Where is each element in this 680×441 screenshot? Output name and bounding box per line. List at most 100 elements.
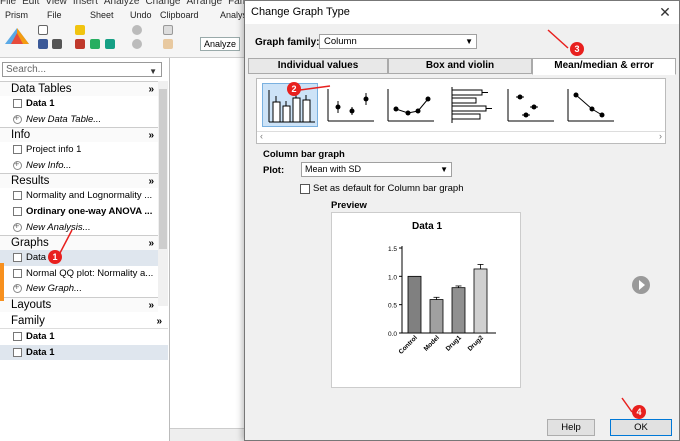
set-default-checkbox[interactable] <box>300 184 310 194</box>
nav-item-label: New Graph... <box>26 283 82 295</box>
chevron-down-icon[interactable]: ▼ <box>149 65 157 78</box>
set-default-label[interactable]: Set as default for Column bar graph <box>313 183 464 194</box>
ribbon-group-prism: Prism <box>5 10 28 20</box>
nav-item[interactable]: New Data Table... <box>0 112 158 128</box>
search-input[interactable]: Search... ▼ <box>2 62 162 77</box>
print-icon[interactable] <box>52 39 62 49</box>
annotation-badge-2: 2 <box>287 82 301 96</box>
menu-file[interactable]: File <box>0 0 16 7</box>
section-header[interactable]: Data Tables » <box>0 81 158 96</box>
graph-icon <box>13 268 22 278</box>
nav-item[interactable]: Normality and Lognormality ... <box>0 188 158 204</box>
column-bar-heading: Column bar graph <box>263 149 345 160</box>
help-button[interactable]: Help <box>547 419 595 436</box>
menu-bar: File Edit View Insert Analyze Change Arrange Fa… <box>0 0 264 8</box>
ribbon-group-sheet: Sheet <box>90 10 114 20</box>
menu-arrange[interactable]: Arrange <box>186 0 222 7</box>
mean-points-thumb-icon <box>327 89 374 122</box>
navigator-scrollbar[interactable] <box>158 81 168 306</box>
y-tick-label: 1.5 <box>388 246 397 253</box>
tab-individual-values[interactable]: Individual values <box>248 58 388 74</box>
add-sheet-icon[interactable] <box>90 39 100 49</box>
plus-icon <box>13 220 22 234</box>
chevron-double-icon[interactable]: » <box>148 82 154 97</box>
chevron-double-icon[interactable]: » <box>148 236 154 251</box>
nav-item[interactable]: Data 1 <box>0 344 168 361</box>
section-header[interactable]: Results » <box>0 173 158 189</box>
mean-error-points-thumb-icon <box>507 89 554 122</box>
gallery-scrollbar[interactable]: ‹ › <box>257 131 665 143</box>
section-header[interactable]: Layouts » <box>0 296 158 313</box>
section-title: Results <box>11 175 50 188</box>
paste-icon[interactable] <box>163 39 173 49</box>
new-sheet-icon[interactable] <box>75 25 85 35</box>
nav-item[interactable]: Data 1 <box>0 329 168 345</box>
redo-icon[interactable] <box>132 39 142 49</box>
plot-label: Plot: <box>263 165 285 176</box>
next-arrow-icon[interactable] <box>632 276 650 294</box>
option-mean-error-connected[interactable] <box>562 83 618 127</box>
menu-insert[interactable]: Insert <box>73 0 98 7</box>
tab-box-and-violin[interactable]: Box and violin <box>388 58 532 74</box>
navigator-sections: Data Tables»Data 1New Data Table...Info»… <box>0 81 158 312</box>
prism-logo-icon[interactable] <box>4 27 30 45</box>
option-mean-points[interactable] <box>322 83 378 127</box>
nav-item[interactable]: New Analysis... <box>0 220 158 236</box>
ok-button[interactable]: OK <box>610 419 672 436</box>
family-header[interactable]: Family » <box>0 314 168 329</box>
option-horizontal-bar[interactable] <box>442 83 498 127</box>
annotation-badge-3: 3 <box>570 42 584 56</box>
chevron-double-icon[interactable]: » <box>148 174 154 189</box>
graph-icon <box>13 253 22 263</box>
chevron-double-icon[interactable]: » <box>148 128 154 143</box>
delete-sheet-icon[interactable] <box>75 39 85 49</box>
annotation-badge-1: 1 <box>48 250 62 264</box>
mean-connected-thumb-icon <box>387 89 434 122</box>
option-mean-error-points[interactable] <box>502 83 558 127</box>
x-tick-label: Control <box>398 334 419 355</box>
nav-item[interactable]: Data 1 <box>0 250 158 266</box>
chevron-double-icon[interactable]: » <box>148 298 154 313</box>
mean-error-connected-thumb-icon <box>567 89 614 122</box>
scroll-right-icon[interactable]: › <box>659 131 662 141</box>
tab-mean-median-error[interactable]: Mean/median & error <box>532 58 676 75</box>
close-icon[interactable]: ✕ <box>657 4 673 20</box>
nav-item[interactable]: Project info 1 <box>0 142 158 158</box>
menu-change[interactable]: Change <box>145 0 180 7</box>
results-icon <box>13 206 22 216</box>
graph-type-tabs: Individual values Box and violin Mean/me… <box>248 58 676 75</box>
preview-panel: Data 1 0.0 0.5 1.0 1.5 Control Model Drug1 Drug2 <box>331 212 521 388</box>
graph-family-select[interactable]: Column ▼ <box>319 34 477 49</box>
nav-item[interactable]: New Info... <box>0 158 158 174</box>
section-title: Layouts <box>11 298 52 311</box>
nav-item[interactable]: Ordinary one-way ANOVA ... <box>0 204 158 220</box>
scroll-thumb[interactable] <box>159 89 167 249</box>
option-mean-connected[interactable] <box>382 83 438 127</box>
plot-select[interactable]: Mean with SD ▼ <box>301 162 452 177</box>
sheet-options-icon[interactable] <box>105 39 115 49</box>
preview-chart: Data 1 0.0 0.5 1.0 1.5 Control Model Drug1 Drug2 <box>388 221 496 356</box>
save-icon[interactable] <box>38 39 48 49</box>
x-tick-label: Drug2 <box>467 334 486 353</box>
menu-edit[interactable]: Edit <box>22 0 39 7</box>
table-icon <box>13 332 22 341</box>
section-header[interactable]: Graphs » <box>0 235 158 251</box>
menu-view[interactable]: View <box>45 0 67 7</box>
menu-analyze[interactable]: Analyze <box>104 0 140 7</box>
copy-icon[interactable] <box>163 25 173 35</box>
nav-item[interactable]: New Graph... <box>0 281 158 297</box>
analyze-button[interactable]: Analyze <box>200 37 241 51</box>
new-file-icon[interactable] <box>38 25 48 35</box>
nav-item[interactable]: Normal QQ plot: Normality a... <box>0 266 158 282</box>
nav-item[interactable]: Data 1 <box>0 96 158 112</box>
section-header[interactable]: Info » <box>0 127 158 143</box>
nav-item-label: Project info 1 <box>26 144 82 156</box>
results-icon <box>13 191 22 201</box>
graph-family-label: Graph family: <box>255 37 320 48</box>
undo-icon[interactable] <box>132 25 142 35</box>
plus-icon <box>13 112 22 126</box>
scroll-left-icon[interactable]: ‹ <box>260 131 263 141</box>
chevron-double-icon[interactable]: » <box>156 314 162 329</box>
nav-item-label: Normal QQ plot: Normality a... <box>26 267 154 279</box>
horizontal-scrollbar[interactable] <box>170 428 246 441</box>
